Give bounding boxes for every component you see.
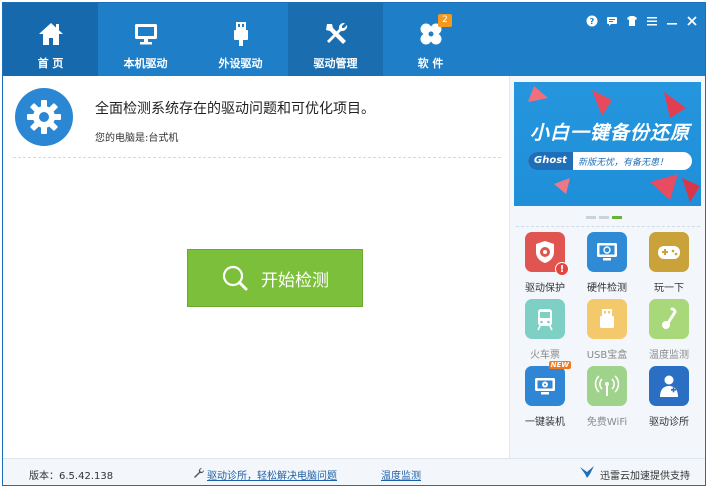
monitor-icon <box>134 24 157 45</box>
right-divider <box>516 226 700 227</box>
svg-text:?: ? <box>589 17 594 26</box>
divider <box>13 157 501 158</box>
wifi-antenna-icon <box>594 375 620 396</box>
tool-one-click-install[interactable]: NEW 一键装机 <box>514 361 576 428</box>
help-icon: ? <box>586 15 597 26</box>
minimize-button[interactable] <box>664 13 679 28</box>
tool-label: USB宝盒 <box>586 350 628 361</box>
usb-plug-icon <box>233 22 248 46</box>
tool-free-wifi[interactable]: 免费WiFi <box>576 366 638 428</box>
feedback-icon <box>606 16 617 26</box>
top-header: 首 页 本机驱动 外设驱动 驱动管理 软 件 2 ? <box>3 3 705 76</box>
tab-software[interactable]: 软 件 2 <box>383 3 478 76</box>
tool-label: 一键装机 <box>525 417 565 428</box>
version-text: 版本：6.5.42.138 <box>29 471 114 482</box>
tool-usb-box[interactable]: USB宝盒 <box>576 299 638 361</box>
tool-icon-bg <box>587 299 627 339</box>
xunlei-bird-icon <box>580 466 594 478</box>
software-badge: 2 <box>438 14 452 27</box>
driver-clinic-link[interactable]: 驱动诊所，轻松解决电脑问题 <box>207 467 337 482</box>
tool-label: 免费WiFi <box>586 417 628 428</box>
start-scan-button[interactable]: 开始检测 <box>187 249 363 307</box>
main-nav: 首 页 本机驱动 外设驱动 驱动管理 软 件 2 <box>3 3 478 76</box>
tool-temperature[interactable]: 温度监测 <box>638 299 700 361</box>
pc-type-text: 您的电脑是:台式机 <box>95 133 179 144</box>
tool-label: 温度监测 <box>649 350 689 361</box>
menu-icon <box>646 16 657 25</box>
tools-icon <box>325 22 347 44</box>
monitor-check-icon <box>597 243 617 261</box>
tab-local-driver[interactable]: 本机驱动 <box>98 3 193 76</box>
tab-home[interactable]: 首 页 <box>3 3 98 76</box>
home-icon <box>38 23 63 45</box>
scan-headline: 全面检测系统存在的驱动问题和可优化项目。 <box>95 101 375 117</box>
tool-label: 驱动诊所 <box>649 417 689 428</box>
tab-peripheral-driver[interactable]: 外设驱动 <box>193 3 288 76</box>
tool-label: 火车票 <box>530 350 560 361</box>
banner-pager <box>586 216 622 219</box>
close-button[interactable] <box>684 13 699 28</box>
banner-subtitle: 新版无忧，有备无患！ <box>577 157 668 168</box>
tool-icon-bg <box>649 366 689 406</box>
start-scan-label: 开始检测 <box>261 270 329 291</box>
shield-gear-icon <box>536 241 554 263</box>
main-panel: 全面检测系统存在的驱动问题和可优化项目。 您的电脑是:台式机 开始检测 <box>3 76 509 458</box>
scan-gear-badge <box>15 88 73 146</box>
help-button[interactable]: ? <box>584 13 599 28</box>
temperature-link[interactable]: 温度监测 <box>381 467 421 482</box>
tool-icon-bg <box>587 366 627 406</box>
tools-grid: ! 驱动保护 硬件检测 玩一下 火车票 USB宝盒 温度监测 NEW 一键装机 … <box>514 232 702 428</box>
window-controls: ? <box>584 13 699 28</box>
tool-icon-bg <box>525 299 565 339</box>
tool-driver-protect[interactable]: ! 驱动保护 <box>514 232 576 294</box>
pager-dot-1[interactable] <box>586 216 596 219</box>
close-icon <box>686 15 697 26</box>
skin-shirt-icon <box>626 15 637 26</box>
tool-label: 玩一下 <box>654 283 684 294</box>
gamepad-icon <box>658 246 680 259</box>
wrench-icon <box>194 467 205 478</box>
tool-train-ticket[interactable]: 火车票 <box>514 299 576 361</box>
tab-software-label: 软 件 <box>417 57 444 70</box>
minimize-icon <box>666 22 677 25</box>
banner-title: 小白一键备份还原 <box>530 122 691 144</box>
tab-driver-manage-label: 驱动管理 <box>313 57 358 70</box>
thermometer-icon <box>662 307 677 329</box>
tool-icon-bg <box>649 232 689 272</box>
tool-hardware-check[interactable]: 硬件检测 <box>576 232 638 294</box>
tool-play[interactable]: 玩一下 <box>638 232 700 294</box>
tab-local-driver-label: 本机驱动 <box>123 57 168 70</box>
feedback-button[interactable] <box>604 13 619 28</box>
tool-icon-bg <box>587 232 627 272</box>
tool-icon-bg: ! <box>525 232 569 276</box>
tab-driver-manage[interactable]: 驱动管理 <box>288 3 383 76</box>
skin-button[interactable] <box>624 13 639 28</box>
xunlei-support-text: 迅雷云加速提供支持 <box>600 471 690 482</box>
tab-home-label: 首 页 <box>37 57 64 70</box>
banner-ghost: Ghost <box>528 152 573 170</box>
train-icon <box>537 309 553 331</box>
pager-dot-3[interactable] <box>612 216 622 219</box>
tool-driver-clinic[interactable]: 驱动诊所 <box>638 366 700 428</box>
pager-dot-2[interactable] <box>599 216 609 219</box>
magnifier-icon <box>222 265 248 291</box>
driver-app-window: 首 页 本机驱动 外设驱动 驱动管理 软 件 2 ? 全面检测系统存在的驱动问题… <box>2 2 706 486</box>
tool-label: 硬件检测 <box>587 283 627 294</box>
tool-icon-bg <box>649 299 689 339</box>
tab-peripheral-driver-label: 外设驱动 <box>218 57 263 70</box>
tool-icon-bg: NEW <box>525 361 571 406</box>
right-panel: 小白一键备份还原 Ghost 新版无忧，有备无患！ ! 驱动保护 硬件检测 玩一… <box>509 76 705 458</box>
status-bar: 版本：6.5.42.138 驱动诊所，轻松解决电脑问题 温度监测 迅雷云加速提供… <box>3 458 705 485</box>
usb-box-icon <box>600 309 614 328</box>
doctor-icon <box>660 375 678 397</box>
banner-tagline: Ghost 新版无忧，有备无患！ <box>528 152 692 170</box>
menu-button[interactable] <box>644 13 659 28</box>
gear-icon <box>27 100 61 134</box>
tool-label: 驱动保护 <box>525 283 565 294</box>
promo-banner[interactable]: 小白一键备份还原 Ghost 新版无忧，有备无患！ <box>514 82 701 206</box>
install-disc-icon <box>535 378 555 395</box>
new-tag: NEW <box>548 361 571 369</box>
warning-icon: ! <box>555 262 569 276</box>
